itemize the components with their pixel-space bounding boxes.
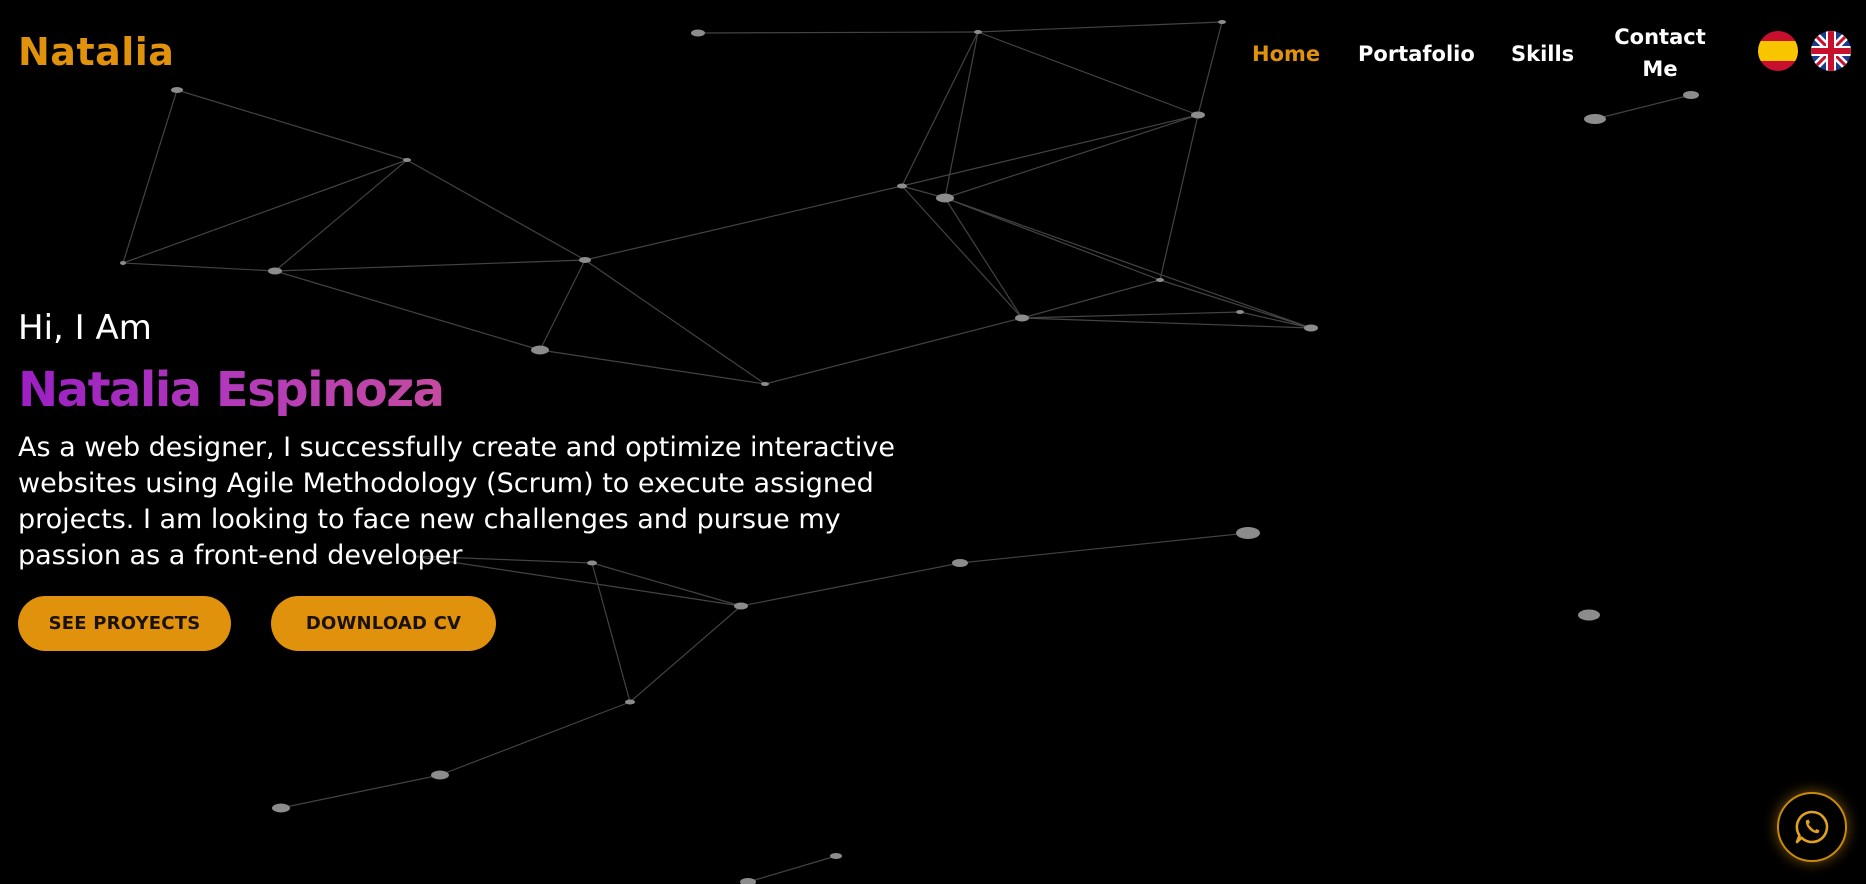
whatsapp-button[interactable] — [1777, 792, 1847, 862]
uk-flag-icon[interactable] — [1811, 31, 1851, 71]
nav-contact-link[interactable]: Contact Me — [1606, 21, 1714, 85]
nav-home-link[interactable]: Home — [1252, 38, 1320, 70]
whatsapp-icon — [1795, 810, 1829, 844]
hero-name: Natalia Espinoza — [18, 362, 445, 418]
site-logo[interactable]: Natalia — [18, 30, 174, 74]
nav-skills-link[interactable]: Skills — [1511, 38, 1574, 70]
hero-greeting: Hi, I Am — [18, 308, 152, 348]
nav-portfolio-link[interactable]: Portafolio — [1358, 38, 1475, 70]
spain-flag-icon[interactable] — [1758, 31, 1798, 71]
hero-description: As a web designer, I successfully create… — [18, 432, 896, 571]
hero-page: Natalia Home Portafolio Skills Contact M… — [0, 0, 1866, 884]
download-cv-button[interactable]: DOWNLOAD CV — [271, 596, 496, 651]
see-projects-button[interactable]: SEE PROYECTS — [18, 596, 231, 651]
